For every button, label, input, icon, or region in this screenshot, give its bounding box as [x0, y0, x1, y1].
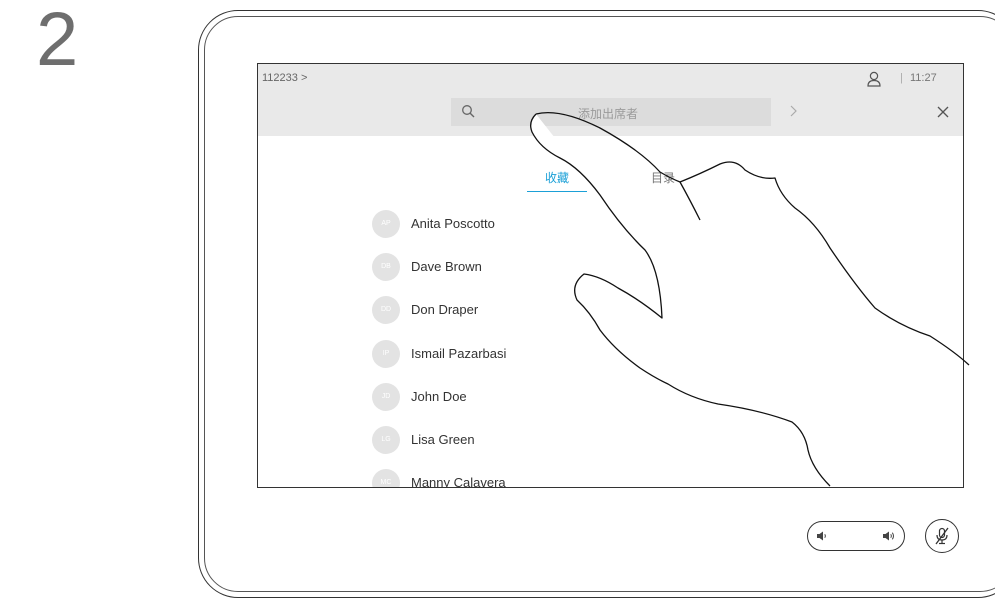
contact-name: Don Draper	[411, 302, 479, 317]
tab-directory[interactable]: 目录	[651, 169, 675, 186]
volume-down-icon[interactable]	[816, 530, 828, 542]
contact-list-item[interactable]: MC Manny Calavera	[372, 469, 672, 488]
contact-name: Dave Brown	[411, 259, 482, 274]
chevron-right-icon[interactable]	[788, 104, 798, 118]
contact-name: Ismail Pazarbasi	[411, 346, 507, 361]
avatar: DB	[372, 253, 400, 281]
separator: |	[900, 72, 903, 84]
contact-name: Anita Poscotto	[411, 216, 495, 231]
contact-name: Lisa Green	[411, 432, 475, 447]
contact-list-item[interactable]: DD Don Draper	[372, 296, 672, 328]
contact-list-item[interactable]: JD John Doe	[372, 383, 672, 415]
contact-list-item[interactable]: IP Ismail Pazarbasi	[372, 340, 672, 372]
clock: 11:27	[910, 72, 937, 84]
search-placeholder: 添加出席者	[578, 107, 639, 121]
step-number: 2	[36, 0, 79, 82]
avatar: DD	[372, 296, 400, 324]
avatar: JD	[372, 383, 400, 411]
user-icon[interactable]	[867, 71, 881, 87]
contact-name: Manny Calavera	[411, 475, 506, 488]
tab-favorites[interactable]: 收藏	[527, 169, 587, 192]
contact-name: John Doe	[411, 389, 467, 404]
avatar: IP	[372, 340, 400, 368]
call-id-breadcrumb[interactable]: 112233 >	[262, 72, 307, 84]
avatar: MC	[372, 469, 400, 487]
search-icon	[462, 105, 475, 118]
contact-list-item[interactable]: DB Dave Brown	[372, 253, 672, 285]
mute-button[interactable]	[925, 519, 959, 553]
contact-list-item[interactable]: AP Anita Poscotto	[372, 210, 672, 242]
touch-screen: 112233 > | 11:27 添加出席者 收藏 目录 AP Anita Po…	[257, 63, 964, 488]
avatar: LG	[372, 426, 400, 454]
top-bar: 112233 > | 11:27 添加出席者	[258, 64, 963, 136]
contact-list-item[interactable]: LG Lisa Green	[372, 426, 672, 458]
close-icon[interactable]	[937, 106, 949, 118]
volume-up-icon[interactable]	[882, 530, 896, 542]
avatar: AP	[372, 210, 400, 238]
volume-control[interactable]	[807, 521, 905, 551]
microphone-muted-icon	[935, 527, 949, 545]
search-input[interactable]: 添加出席者	[451, 98, 771, 126]
